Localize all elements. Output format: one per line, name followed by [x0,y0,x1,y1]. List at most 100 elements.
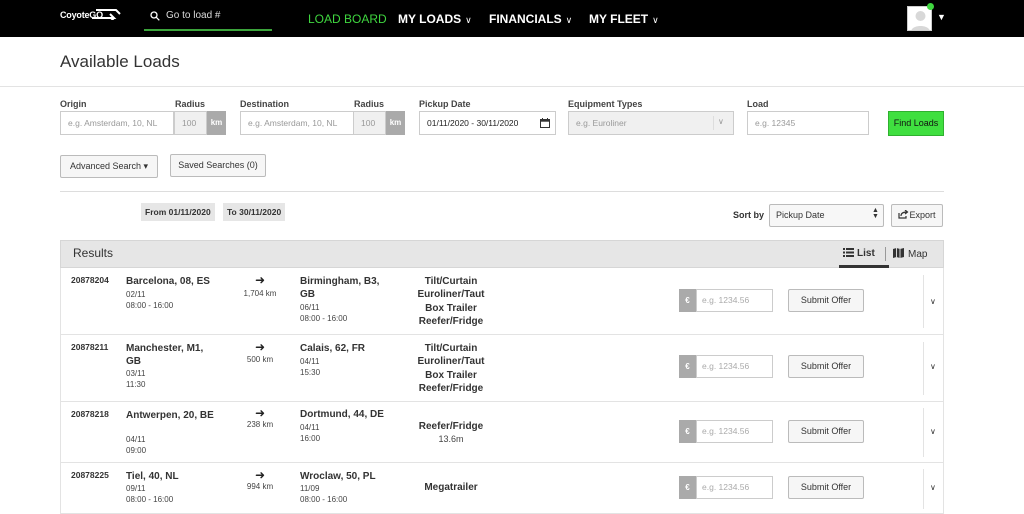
divider [923,408,924,457]
results-header: Results List Map [60,240,944,268]
load-search[interactable] [144,8,272,31]
online-status-dot [927,3,934,10]
export-icon [898,209,909,219]
load-row[interactable]: 20878225 Tiel, 40, NL 09/11 08:00 - 16:0… [60,463,944,514]
advanced-search-button[interactable]: Advanced Search ▾ [60,155,158,178]
caret-down-icon[interactable]: ▼ [937,12,946,22]
top-nav: CoyoteGO LOAD BOARD MY LOADS∨ FINANCIALS… [0,0,1024,37]
nav-financials[interactable]: FINANCIALS ∨ [489,12,572,26]
origin-input[interactable]: e.g. Amsterdam, 10, NL [60,111,174,135]
currency-addon: € [679,476,696,499]
results-title: Results [73,246,114,260]
equipment-type: Megatrailer [424,482,478,493]
offer-input[interactable]: e.g. 1234.56 [696,420,773,443]
pickup-date-input[interactable]: 01/11/2020 - 30/11/2020 [419,111,556,135]
filter-chip-from[interactable]: From 01/11/2020 [141,203,215,221]
origin-city: Barcelona, 08, ES [126,276,210,287]
equipment-length: 13.6m [438,434,464,445]
destination-date: 06/11 [300,303,320,312]
offer-input[interactable]: e.g. 1234.56 [696,289,773,312]
load-row[interactable]: 20878211 Manchester, M1, GB 03/11 11:30 … [60,335,944,402]
expand-chevron-icon[interactable]: ∨ [930,297,936,306]
offer-input[interactable]: e.g. 1234.56 [696,355,773,378]
submit-offer-button[interactable]: Submit Offer [788,476,864,499]
map-view-tab[interactable]: Map [893,248,927,260]
chevron-down-icon: ∨ [718,117,724,126]
submit-offer-button[interactable]: Submit Offer [788,420,864,443]
select-divider [713,116,714,130]
calendar-icon[interactable] [540,118,550,128]
nav-my-loads-label: MY LOADS [398,12,462,26]
destination-city: Birmingham, B3, GB [300,276,380,300]
destination-time: 15:30 [300,368,321,377]
currency-addon: € [679,355,696,378]
destination-radius-input[interactable]: 100 [353,111,386,135]
expand-chevron-icon[interactable]: ∨ [930,483,936,492]
nav-load-board-label: LOAD BOARD [308,12,387,26]
nav-load-board[interactable]: LOAD BOARD [308,12,387,26]
equipment-types-select[interactable]: e.g. Euroliner [568,111,734,135]
load-search-input[interactable] [166,10,266,21]
sort-by-select[interactable]: Pickup Date [769,204,884,227]
offer-input[interactable]: e.g. 1234.56 [696,476,773,499]
equipment-list: Megatrailer [401,481,501,494]
origin-city: Manchester, M1, GB [126,343,204,367]
find-loads-button[interactable]: Find Loads [888,111,944,136]
nav-my-fleet[interactable]: MY FLEET ∨ [589,12,659,26]
equipment-type: Box Trailer [425,302,477,314]
saved-searches-button[interactable]: Saved Searches (0) [170,154,266,177]
list-view-label: List [857,248,875,259]
destination-time: 16:00 [300,434,321,443]
map-view-label: Map [908,249,928,260]
filter-chip-to[interactable]: To 30/11/2020 [223,203,286,221]
origin-time: 09:00 [126,446,147,455]
nav-my-fleet-label: MY FLEET [589,12,649,26]
currency-addon: € [679,420,696,443]
expand-chevron-icon[interactable]: ∨ [930,362,936,371]
list-view-tab[interactable]: List [843,248,875,259]
pickup-date-label: Pickup Date [419,99,471,109]
sort-arrows-icon: ▲ ▼ [872,207,879,220]
distance: 238 km [246,420,274,429]
load-row[interactable]: 20878218 Antwerpen, 20, BE 04/11 09:00 ➜… [60,402,944,463]
submit-offer-button[interactable]: Submit Offer [788,355,864,378]
origin-time: 08:00 - 16:00 [126,495,174,504]
origin-radius-input[interactable]: 100 [174,111,207,135]
destination-city: Wroclaw, 50, PL [300,471,376,482]
destination-radius-unit: km [386,111,405,135]
divider [0,86,1024,87]
origin-city: Antwerpen, 20, BE [126,410,214,421]
equipment-type: Tilt/Curtain [424,343,478,354]
destination-input[interactable]: e.g. Amsterdam, 10, NL [240,111,354,135]
destination-date: 04/11 [300,423,320,432]
origin-time: 08:00 - 16:00 [126,301,174,310]
logo[interactable]: CoyoteGO [60,9,121,20]
export-button[interactable]: Export [891,204,943,227]
submit-offer-button[interactable]: Submit Offer [788,289,864,312]
destination-city: Dortmund, 44, DE [300,409,384,420]
destination-time: 08:00 - 16:00 [300,314,348,323]
load-number-input[interactable]: e.g. 12345 [747,111,869,135]
expand-chevron-icon[interactable]: ∨ [930,427,936,436]
load-row[interactable]: 20878204 Barcelona, 08, ES 02/11 08:00 -… [60,268,944,335]
destination-city: Calais, 62, FR [300,343,366,354]
destination-label: Destination [240,99,290,109]
distance: 994 km [246,482,274,491]
chevron-down-icon: ∨ [652,15,659,25]
divider [60,191,944,192]
equipment-type: Tilt/Curtain [424,276,478,287]
origin-date: 02/11 [126,290,146,299]
list-icon [843,248,854,257]
distance: 1,704 km [243,289,277,298]
divider [885,247,886,261]
sort-by-label: Sort by [733,210,765,220]
page-title: Available Loads [60,52,180,71]
nav-my-loads[interactable]: MY LOADS ∨ [398,12,472,26]
divider [923,275,924,328]
origin-label: Origin [60,99,87,109]
equipment-list: Tilt/Curtain Euroliner/Taut Box Trailer … [401,342,501,396]
logo-arrow-icon [92,9,121,20]
origin-radius-label: Radius [175,99,206,109]
user-icon [911,11,930,30]
load-id: 20878211 [71,342,109,352]
